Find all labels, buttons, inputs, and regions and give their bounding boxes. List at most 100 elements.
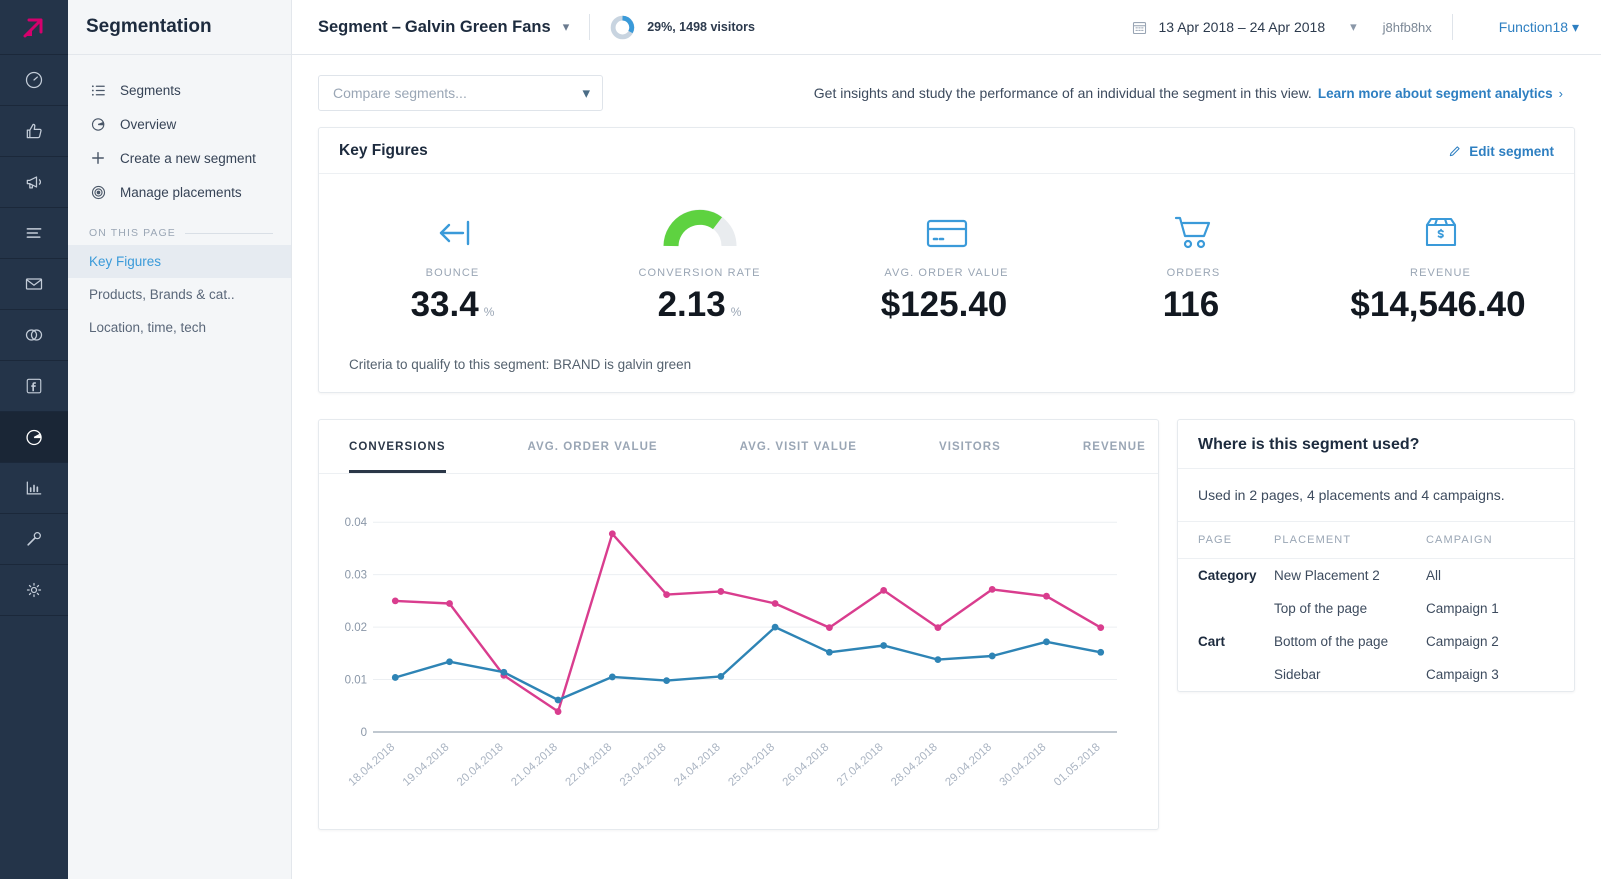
svg-text:27.04.2018: 27.04.2018: [835, 741, 886, 788]
rail-item-megaphone[interactable]: [0, 157, 68, 208]
metric-value-wrap: 116: [1163, 285, 1224, 325]
target-icon: [89, 183, 107, 201]
metric-revenue: REVENUE $14,546.40: [1317, 200, 1564, 325]
segment-word: Segment: [318, 17, 388, 36]
svg-text:0.03: 0.03: [345, 570, 367, 582]
sidebar-item-label: Segments: [120, 82, 181, 98]
sidebar-item-overview[interactable]: Overview: [68, 107, 291, 141]
metric-label: CONVERSION RATE: [638, 267, 761, 279]
sidebar: Segmentation Segments Overview Create a …: [68, 0, 292, 879]
megaphone-icon: [26, 176, 41, 189]
sidebar-subitem-products-brands[interactable]: Products, Brands & cat..: [68, 278, 291, 311]
edit-segment-button[interactable]: Edit segment: [1448, 144, 1554, 159]
table-row: Sidebar Campaign 3: [1178, 658, 1574, 691]
compare-segments-select[interactable]: Compare segments... ▾: [318, 75, 603, 111]
chart-tabs: CONVERSIONS AVG. ORDER VALUE AVG. VISIT …: [319, 420, 1158, 474]
rail-item-tools[interactable]: [0, 514, 68, 565]
cell-campaign: Campaign 1: [1426, 601, 1499, 616]
segment-usage-table: PAGE PLACEMENT CAMPAIGN Category New Pla…: [1178, 521, 1574, 691]
package-dollar-icon: [1423, 200, 1459, 250]
tab-revenue[interactable]: REVENUE: [1083, 420, 1146, 473]
column-header-campaign: CAMPAIGN: [1426, 521, 1574, 559]
rail-item-thumbs-up[interactable]: [0, 106, 68, 157]
date-range-picker[interactable]: 13 Apr 2018 – 24 Apr 2018 ▾: [1131, 19, 1357, 36]
metric-value-wrap: $14,546.40: [1350, 285, 1530, 325]
segment-dropdown-chevron-down-icon[interactable]: ▾: [563, 19, 570, 35]
sidebar-header: Segmentation: [68, 0, 291, 55]
metric-value: $125.40: [880, 285, 1008, 324]
tab-avg-visit-value[interactable]: AVG. VISIT VALUE: [740, 420, 857, 473]
segment-heading: Segment – Galvin Green Fans: [318, 18, 551, 37]
lower-row: CONVERSIONS AVG. ORDER VALUE AVG. VISIT …: [292, 393, 1601, 830]
metric-unit: %: [483, 305, 495, 319]
app-logo[interactable]: [0, 0, 68, 55]
svg-text:20.04.2018: 20.04.2018: [455, 741, 506, 788]
page-title: Segmentation: [86, 16, 212, 37]
table-row: Category New Placement 2 All: [1178, 559, 1574, 593]
list-icon: [89, 81, 107, 99]
conversions-line-chart[interactable]: 0 0.01 0.02 0.03 0.04 18.04.2018 19.04.2018 20.…: [331, 484, 1131, 824]
cell-page: [1178, 592, 1274, 625]
date-range-chevron-down-icon[interactable]: ▾: [1350, 19, 1357, 35]
rail-item-dashboard[interactable]: [0, 55, 68, 106]
svg-text:0.02: 0.02: [345, 622, 367, 634]
wrench-icon: [27, 532, 41, 546]
rail-item-toggle[interactable]: [0, 310, 68, 361]
tab-conversions[interactable]: CONVERSIONS: [349, 420, 446, 473]
content-scroll: Compare segments... ▾ Get insights and s…: [292, 55, 1601, 879]
tab-visitors[interactable]: VISITORS: [939, 420, 1001, 473]
rail-item-facebook[interactable]: [0, 361, 68, 412]
on-this-page-header: ON THIS PAGE: [68, 209, 291, 245]
divider: [1451, 14, 1453, 40]
visitors-text: 29%, 1498 visitors: [647, 20, 755, 34]
credit-card-icon: [925, 200, 969, 250]
chart-card: CONVERSIONS AVG. ORDER VALUE AVG. VISIT …: [318, 419, 1159, 830]
function-menu[interactable]: Function18 ▾: [1499, 19, 1579, 36]
metric-label: ORDERS: [1166, 267, 1221, 279]
on-this-page-label: ON THIS PAGE: [89, 227, 176, 239]
thumbs-up-icon: [26, 123, 42, 139]
metric-bounce: BOUNCE 33.4 %: [329, 200, 576, 325]
svg-text:22.04.2018: 22.04.2018: [564, 741, 615, 788]
svg-text:23.04.2018: 23.04.2018: [618, 741, 669, 788]
calendar-icon: [1132, 21, 1146, 34]
segment-dash: –: [391, 17, 401, 36]
edit-segment-label: Edit segment: [1469, 143, 1554, 159]
rail-item-segmentation[interactable]: [0, 412, 68, 463]
sidebar-subitem-key-figures[interactable]: Key Figures: [68, 245, 291, 278]
chevron-down-icon: ▾: [582, 85, 590, 102]
cell-placement: Bottom of the page: [1274, 634, 1389, 649]
svg-text:24.04.2018: 24.04.2018: [672, 741, 723, 788]
bounce-arrow-icon: [432, 200, 474, 250]
svg-text:18.04.2018: 18.04.2018: [346, 741, 397, 788]
dashboard-icon: [25, 71, 43, 89]
learn-more-link[interactable]: Learn more about segment analytics: [1318, 86, 1553, 101]
tab-avg-order-value[interactable]: AVG. ORDER VALUE: [528, 420, 658, 473]
main-area: Segment – Galvin Green Fans ▾ 29%, 1498 vi…: [292, 0, 1601, 879]
account-id: j8hfb8hx: [1382, 19, 1432, 35]
segment-usage-summary: Used in 2 pages, 4 placements and 4 camp…: [1198, 487, 1505, 503]
cell-campaign: All: [1426, 568, 1442, 583]
gear-icon: [26, 582, 42, 598]
cell-placement: Sidebar: [1274, 667, 1321, 682]
chart-body: 0 0.01 0.02 0.03 0.04 18.04.2018 19.04.2018 20.…: [319, 474, 1158, 829]
rail-item-mail[interactable]: [0, 259, 68, 310]
sidebar-item-create-segment[interactable]: Create a new segment: [68, 141, 291, 175]
column-header-page: PAGE: [1178, 521, 1274, 559]
cell-page: [1178, 658, 1274, 691]
sidebar-nav: Segments Overview Create a new segment M…: [68, 55, 291, 344]
sidebar-item-label: Overview: [120, 116, 177, 132]
svg-text:0: 0: [361, 727, 367, 739]
sidebar-item-segments[interactable]: Segments: [68, 73, 291, 107]
metric-value-wrap: $125.40: [881, 285, 1013, 325]
svg-text:19.04.2018: 19.04.2018: [401, 741, 452, 788]
key-figures-title: Key Figures: [339, 142, 428, 159]
sidebar-item-manage-placements[interactable]: Manage placements: [68, 175, 291, 209]
sidebar-subitem-location-time-tech[interactable]: Location, time, tech: [68, 311, 291, 344]
rail-item-list[interactable]: [0, 208, 68, 259]
sidebar-item-label: Create a new segment: [120, 150, 256, 166]
rail-item-settings[interactable]: [0, 565, 68, 616]
rail-item-reports[interactable]: [0, 463, 68, 514]
cell-campaign: Campaign 3: [1426, 667, 1499, 682]
sidebar-subitem-label: Location, time, tech: [89, 320, 207, 335]
